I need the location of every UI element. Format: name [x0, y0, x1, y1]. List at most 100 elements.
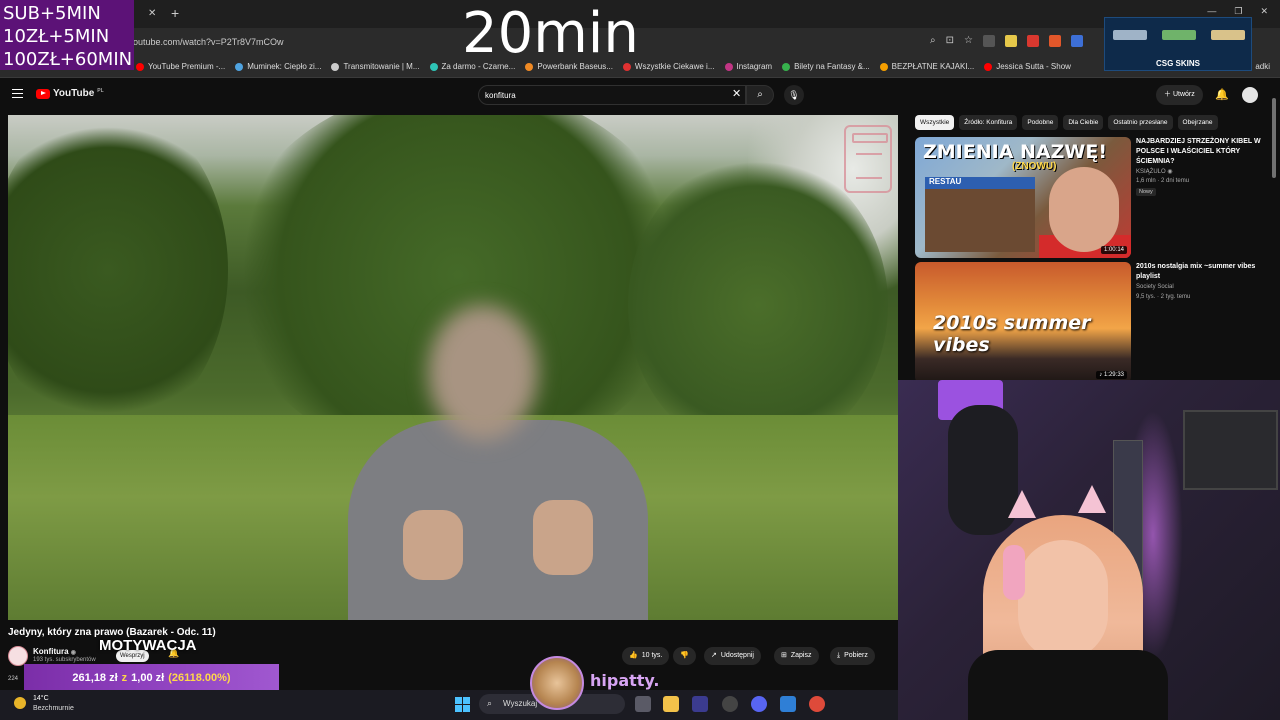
related-video-title[interactable]: 2010s nostalgia mix ~summer vibes playli… [1136, 262, 1261, 282]
bookmark-label: adki [1255, 62, 1270, 71]
bookmark-item[interactable]: Bilety na Fantasy &... [782, 62, 870, 71]
share-button[interactable]: ↗ Udostępnij [704, 647, 761, 665]
tab-close-icon[interactable]: ✕ [148, 8, 156, 19]
thumbnail-headline: 2010s summer vibes [933, 312, 1091, 356]
bookmark-item[interactable]: Muminek: Ciepło zi... [235, 62, 321, 71]
file-explorer-icon[interactable] [663, 696, 679, 712]
share-icon: ↗ [711, 652, 717, 659]
like-count: 10 tys. [641, 652, 663, 659]
thumbs-up-icon: 👍 [629, 652, 638, 659]
chip-watched[interactable]: Obejrzane [1177, 115, 1218, 130]
extension-icon[interactable] [1026, 35, 1039, 47]
rule-line: SUB+5MIN [3, 3, 101, 24]
bookmark-item[interactable]: Jessica Sutta - Show [984, 62, 1071, 71]
video-duration: 1:00:14 [1100, 246, 1127, 254]
video-player[interactable] [8, 115, 898, 620]
weather-temperature[interactable]: 14°C [33, 695, 49, 702]
chip-recent[interactable]: Ostatnio przesłane [1108, 115, 1173, 130]
url-text[interactable]: outube.com/watch?v=P2Tr8V7mCOw [133, 37, 283, 47]
bookmark-item[interactable]: YouTube Premium -... [136, 62, 225, 71]
maximize-icon[interactable]: ❐ [1234, 6, 1242, 17]
related-filter-chips: Wszystkie Źródło: Konfitura Podobne Dla … [915, 115, 1218, 130]
bookmark-label: Bilety na Fantasy &... [794, 62, 870, 71]
search-icon: ⌕ [757, 89, 763, 100]
youtube-logo[interactable]: YouTube PL [36, 88, 104, 99]
thumbnail-person-face [1049, 167, 1119, 252]
clear-search-icon[interactable]: ✕ [732, 87, 741, 100]
chip-source[interactable]: Źródło: Konfitura [959, 115, 1018, 130]
download-button[interactable]: ⤓ Pobierz [830, 647, 875, 665]
subathon-rules-overlay: SUB+5MIN 10ZŁ+5MIN 100ZŁ+60MIN [0, 0, 134, 70]
donation-separator: z [121, 672, 128, 684]
logo-region: PL [97, 87, 104, 94]
bookmark-favicon-icon [782, 62, 791, 71]
search-button[interactable]: ⌕ [746, 85, 774, 105]
close-window-icon[interactable]: ✕ [1260, 6, 1268, 17]
windows-start-icon[interactable] [455, 697, 470, 712]
channel-avatar[interactable] [8, 646, 28, 666]
verified-icon: ◉ [1167, 169, 1173, 175]
related-channel[interactable]: KSIĄŻULO ◉ [1136, 168, 1173, 175]
discord-icon[interactable] [751, 696, 767, 712]
donation-amount: 261,18 zł [72, 672, 118, 684]
bookmark-label: Transmitowanie | M... [343, 62, 420, 71]
related-thumbnail[interactable]: 2010s summer vibes ♪ 1:29:33 [915, 262, 1131, 383]
like-button[interactable]: 👍 10 tys. [622, 647, 670, 665]
chip-all[interactable]: Wszystkie [915, 115, 955, 130]
app-icon[interactable] [780, 696, 796, 712]
sidebar-scrollbar[interactable] [1271, 92, 1277, 382]
chrome-icon[interactable] [809, 696, 825, 712]
save-button[interactable]: ⊞ Zapisz [774, 647, 819, 665]
video-tree [628, 155, 888, 455]
download-label: Pobierz [844, 652, 868, 659]
search-input[interactable]: konfitura [478, 85, 746, 105]
new-tab-button[interactable]: + [171, 5, 179, 21]
weather-description[interactable]: Bezchmurnie [33, 705, 74, 712]
bookmarks-bar: YouTube Premium -... Muminek: Ciepło zi.… [0, 56, 1280, 78]
extension-icon[interactable] [1070, 35, 1083, 47]
bookmark-favicon-icon [984, 62, 993, 71]
related-thumbnail[interactable]: RESTAU ZMIENIA NAZWĘ! (ZNOWU) 1:00:14 [915, 137, 1131, 258]
streamer-face [1018, 540, 1108, 660]
create-button[interactable]: ＋ Utwórz [1156, 85, 1203, 105]
search-icon: ⌕ [487, 698, 493, 708]
thumbnail-headline: ZMIENIA NAZWĘ! [923, 141, 1108, 163]
related-video-title[interactable]: NAJBARDZIEJ STRZEŻONY KIBEL W POLSCE I W… [1136, 137, 1261, 167]
notifications-bell-icon[interactable]: 🔔 [1215, 88, 1229, 101]
extension-icon[interactable] [1004, 35, 1017, 47]
bookmark-item[interactable]: Transmitowanie | M... [331, 62, 420, 71]
bookmark-star-icon[interactable]: ☆ [964, 35, 973, 47]
video-duration: ♪ 1:29:33 [1096, 371, 1127, 379]
weather-moon-icon[interactable] [14, 697, 26, 709]
extension-icon[interactable] [982, 35, 995, 47]
bookmark-item[interactable]: BEZPŁATNE KAJAKI... [879, 62, 974, 71]
browser-tab-bar [0, 0, 1280, 28]
dislike-button[interactable]: 👎 [673, 647, 696, 665]
minimize-icon[interactable]: — [1207, 6, 1216, 17]
store-icon[interactable] [692, 696, 708, 712]
app-icon[interactable] [722, 696, 738, 712]
weapon-skin-image [1162, 30, 1196, 40]
install-icon[interactable]: ⊡ [946, 35, 954, 47]
bookmark-item[interactable]: adki [1255, 62, 1280, 71]
donation-goal: 1,00 zł [131, 672, 165, 684]
task-view-icon[interactable] [635, 696, 651, 712]
chat-user-avatar [530, 656, 584, 710]
chip-for-you[interactable]: Dla Ciebie [1063, 115, 1104, 130]
chip-similar[interactable]: Podobne [1022, 115, 1059, 130]
thumbnail-sign-text: RESTAU [929, 177, 962, 186]
streamer-headset [1003, 545, 1025, 600]
related-channel-name: KSIĄŻULO [1136, 169, 1166, 175]
channel-watermark-icon[interactable] [844, 125, 892, 193]
bookmark-item[interactable]: Instagram [724, 62, 772, 71]
window-controls: — ❐ ✕ [1207, 6, 1268, 17]
account-avatar[interactable] [1242, 87, 1258, 103]
channel-name[interactable]: Konfitura ◉ [33, 647, 76, 656]
bookmark-favicon-icon [235, 62, 244, 71]
menu-icon[interactable] [12, 89, 23, 98]
extension-icon[interactable] [1048, 35, 1061, 47]
voice-search-button[interactable]: 🎙 [784, 85, 804, 105]
related-channel[interactable]: Society Social [1136, 284, 1174, 290]
video-person-hand [533, 500, 593, 575]
zoom-icon[interactable]: ⌕ [930, 35, 936, 47]
